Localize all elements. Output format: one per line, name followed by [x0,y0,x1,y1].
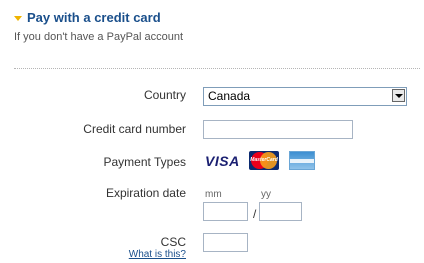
payment-types-logos: VISA MasterCard [205,151,315,170]
section-header: Pay with a credit card If you don't have… [14,10,183,43]
year-label: yy [261,189,271,200]
amex-logo-icon [289,151,315,170]
expiration-separator: / [253,207,257,221]
country-select[interactable]: Canada [203,87,407,106]
csc-input[interactable] [203,233,248,252]
divider [14,68,420,69]
csc-label: CSC [160,235,186,249]
expiration-year-input[interactable] [259,202,302,221]
dropdown-arrow-icon[interactable] [392,89,405,102]
section-subtitle: If you don't have a PayPal account [14,31,184,43]
payment-types-label: Payment Types [103,155,187,169]
country-select-value: Canada [208,89,251,103]
visa-logo-icon: VISA [205,152,240,169]
card-number-input[interactable] [203,120,353,139]
country-label: Country [143,88,186,102]
section-title-row[interactable]: Pay with a credit card [14,10,183,25]
mastercard-logo-icon: MasterCard [249,151,279,170]
expand-caret-icon[interactable] [14,15,22,21]
expiration-label: Expiration date [105,186,186,200]
mastercard-logo-text: MasterCard [250,157,278,163]
month-label: mm [205,189,222,200]
csc-help-link[interactable]: What is this? [129,249,186,260]
section-title[interactable]: Pay with a credit card [27,10,161,25]
expiration-month-input[interactable] [203,202,248,221]
card-number-label: Credit card number [83,122,186,136]
